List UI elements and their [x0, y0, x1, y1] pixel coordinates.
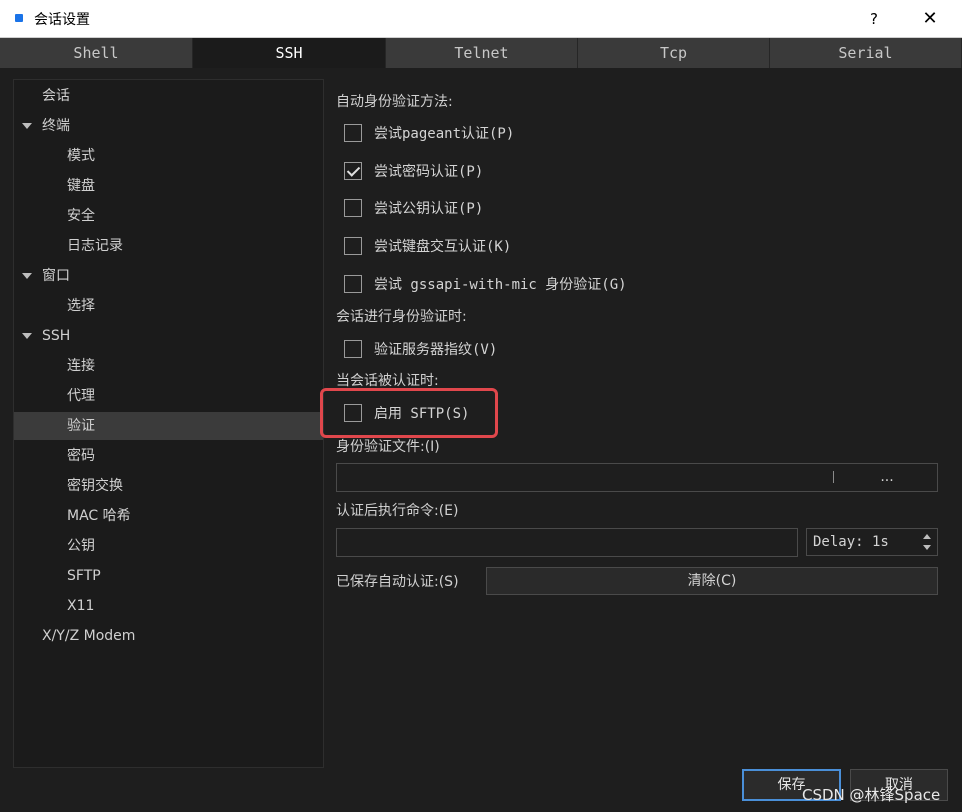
- close-button[interactable]: ✕: [912, 4, 948, 34]
- nav-item-xyz-modem[interactable]: X/Y/Z Modem: [14, 622, 323, 650]
- auth-methods-label: 自动身份验证方法:: [336, 94, 453, 110]
- verify-fingerprint-checkbox[interactable]: [344, 340, 362, 358]
- tab-bar: Shell SSH Telnet Tcp Serial: [0, 38, 962, 68]
- tab-telnet[interactable]: Telnet: [386, 38, 578, 68]
- pageant-checkbox[interactable]: [344, 124, 362, 142]
- password-checkbox[interactable]: [344, 162, 362, 180]
- verify-fingerprint-label: 验证服务器指纹(V): [374, 342, 498, 358]
- delay-spinbox[interactable]: Delay: 1s: [806, 528, 938, 556]
- category-tree: 会话 终端 模式 键盘 安全 日志记录 窗口 选择 SSH 连接 代理 验证 密…: [13, 79, 324, 768]
- expand-caret-icon[interactable]: [22, 273, 32, 279]
- post-auth-command-input[interactable]: [336, 528, 798, 557]
- pageant-option[interactable]: 尝试pageant认证(P): [344, 121, 514, 145]
- publickey-checkbox[interactable]: [344, 199, 362, 217]
- expand-caret-icon[interactable]: [22, 123, 32, 129]
- tab-serial[interactable]: Serial: [770, 38, 962, 68]
- gssapi-checkbox[interactable]: [344, 275, 362, 293]
- help-button[interactable]: ?: [858, 4, 890, 34]
- nav-item-window[interactable]: 窗口: [14, 262, 323, 290]
- nav-item-proxy[interactable]: 代理: [14, 382, 323, 410]
- keyboard-interactive-label: 尝试键盘交互认证(K): [374, 239, 512, 255]
- nav-item-authentication[interactable]: 验证: [14, 412, 323, 440]
- password-label: 尝试密码认证(P): [374, 164, 484, 180]
- nav-item-terminal[interactable]: 终端: [14, 112, 323, 140]
- nav-item-password[interactable]: 密码: [14, 442, 323, 470]
- nav-item-sftp[interactable]: SFTP: [14, 562, 323, 590]
- nav-item-selection[interactable]: 选择: [14, 292, 323, 320]
- nav-item-key-exchange[interactable]: 密钥交换: [14, 472, 323, 500]
- tab-ssh[interactable]: SSH: [193, 38, 386, 68]
- nav-item-mac-hash[interactable]: MAC 哈希: [14, 502, 323, 530]
- title-bar: 会话设置 ? ✕: [0, 0, 962, 38]
- nav-item-ssh[interactable]: SSH: [14, 322, 323, 350]
- nav-item-connection[interactable]: 连接: [14, 352, 323, 380]
- saved-auth-label: 已保存自动认证:(S): [336, 574, 459, 590]
- publickey-option[interactable]: 尝试公钥认证(P): [344, 196, 483, 220]
- clear-button[interactable]: 清除(C): [486, 567, 938, 595]
- gssapi-label: 尝试 gssapi-with-mic 身份验证(G): [374, 277, 627, 293]
- nav-item-mode[interactable]: 模式: [14, 142, 323, 170]
- during-auth-label: 会话进行身份验证时:: [336, 309, 467, 325]
- verify-fingerprint-option[interactable]: 验证服务器指纹(V): [344, 337, 497, 361]
- nav-item-session[interactable]: 会话: [14, 82, 323, 110]
- spin-down-icon[interactable]: [923, 545, 931, 550]
- nav-item-x11[interactable]: X11: [14, 592, 323, 620]
- spin-up-icon[interactable]: [923, 534, 931, 539]
- app-icon: [15, 14, 23, 22]
- highlight-annotation: [320, 388, 498, 438]
- nav-item-security[interactable]: 安全: [14, 202, 323, 230]
- field-separator: [833, 471, 834, 483]
- delay-value: Delay: 1s: [813, 534, 889, 550]
- window-title: 会话设置: [34, 12, 90, 28]
- keyboard-interactive-option[interactable]: 尝试键盘交互认证(K): [344, 234, 511, 258]
- browse-button[interactable]: ...: [838, 464, 936, 490]
- tab-tcp[interactable]: Tcp: [578, 38, 770, 68]
- post-auth-command-label: 认证后执行命令:(E): [336, 503, 459, 519]
- gssapi-option[interactable]: 尝试 gssapi-with-mic 身份验证(G): [344, 272, 627, 296]
- password-option[interactable]: 尝试密码认证(P): [344, 159, 483, 183]
- keyboard-interactive-checkbox[interactable]: [344, 237, 362, 255]
- watermark: CSDN @林锋Space: [802, 786, 941, 804]
- publickey-label: 尝试公钥认证(P): [374, 201, 484, 217]
- nav-item-public-key[interactable]: 公钥: [14, 532, 323, 560]
- after-auth-label: 当会话被认证时:: [336, 373, 439, 389]
- expand-caret-icon[interactable]: [22, 333, 32, 339]
- nav-item-logging[interactable]: 日志记录: [14, 232, 323, 260]
- nav-item-keyboard[interactable]: 键盘: [14, 172, 323, 200]
- pageant-label: 尝试pageant认证(P): [374, 126, 515, 142]
- tab-shell[interactable]: Shell: [0, 38, 193, 68]
- identity-file-label: 身份验证文件:(I): [336, 439, 440, 455]
